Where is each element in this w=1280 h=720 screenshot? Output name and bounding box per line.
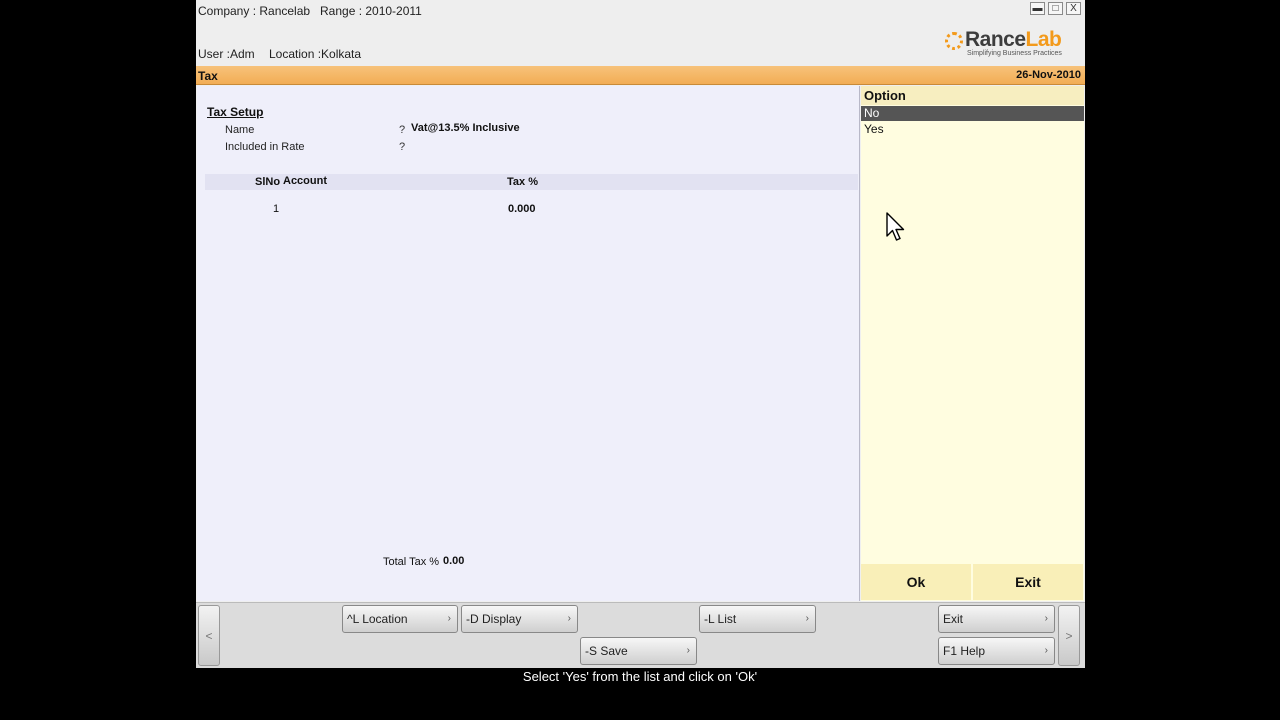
location-button[interactable]: ^L Location ›: [342, 605, 458, 633]
toolbar-next-button[interactable]: >: [1058, 605, 1080, 666]
chevron-right-icon: ›: [447, 613, 451, 624]
tax-setup-form: Tax Setup Name ? Vat@13.5% Inclusive Inc…: [197, 86, 860, 601]
close-button[interactable]: X: [1066, 2, 1081, 15]
location-button-label: ^L Location: [347, 612, 408, 626]
name-label: Name: [225, 124, 255, 136]
logo-name-part2: Lab: [1025, 28, 1062, 51]
option-panel: Option No Yes Ok Exit: [861, 86, 1084, 601]
logo-tagline: Simplifying Business Practices: [967, 50, 1062, 57]
rancelab-logo: RanceLab Simplifying Business Practices: [941, 28, 1081, 62]
instruction-caption: Select 'Yes' from the list and click on …: [522, 669, 758, 684]
total-tax-label: Total Tax %: [383, 556, 440, 568]
chevron-right-icon: ›: [1044, 645, 1048, 656]
list-button[interactable]: -L List ›: [699, 605, 816, 633]
toolbar-prev-button[interactable]: <: [198, 605, 220, 666]
company-label: Company : Rancelab: [198, 4, 311, 18]
screen-title: Tax: [198, 69, 218, 83]
bottom-toolbar: < ^L Location › -D Display › -L List › Exit…: [196, 602, 1085, 668]
col-slno: SlNo: [255, 176, 281, 188]
name-field[interactable]: Vat@13.5% Inclusive: [411, 122, 520, 134]
grid-header: SlNo Account Tax %: [205, 174, 858, 190]
save-button-label: -S Save: [585, 644, 628, 658]
option-no[interactable]: No: [861, 106, 1084, 121]
row-tax: 0.000: [508, 203, 536, 215]
list-button-label: -L List: [704, 612, 737, 626]
chevron-right-icon: ›: [686, 645, 690, 656]
help-button-label: F1 Help: [943, 644, 986, 658]
user-label: User :Adm: [198, 47, 255, 61]
option-yes[interactable]: Yes: [861, 122, 1084, 137]
col-account: Account: [283, 175, 327, 187]
location-label: Location :Kolkata: [269, 47, 362, 61]
option-header: Option: [861, 86, 1084, 105]
ok-button[interactable]: Ok: [861, 564, 971, 600]
option-exit-button[interactable]: Exit: [973, 564, 1083, 600]
display-button[interactable]: -D Display ›: [461, 605, 578, 633]
sun-icon: [945, 32, 963, 50]
display-button-label: -D Display: [466, 612, 522, 626]
current-date: 26-Nov-2010: [1016, 69, 1081, 81]
mouse-pointer-icon: [886, 212, 905, 241]
exit-button[interactable]: Exit ›: [938, 605, 1055, 633]
name-marker: ?: [399, 124, 406, 136]
section-title: Tax Setup: [207, 105, 264, 119]
chevron-right-icon: ›: [805, 613, 809, 624]
chevron-right-icon: ›: [567, 613, 571, 624]
included-in-rate-field[interactable]: ?: [399, 141, 405, 153]
help-button[interactable]: F1 Help ›: [938, 637, 1055, 665]
total-tax-value: 0.00: [443, 555, 465, 567]
maximize-button[interactable]: □: [1048, 2, 1063, 15]
included-in-rate-label: Included in Rate: [225, 141, 305, 153]
screen-titlebar: Tax 26-Nov-2010: [196, 66, 1085, 85]
col-tax: Tax %: [507, 176, 538, 188]
save-button[interactable]: -S Save ›: [580, 637, 697, 665]
logo-name-part1: Rance: [965, 28, 1026, 51]
app-header: Company : Rancelab Range : 2010-2011 Use…: [196, 0, 1085, 66]
range-label: Range : 2010-2011: [320, 4, 422, 18]
exit-button-label: Exit: [943, 612, 964, 626]
minimize-button[interactable]: ▬: [1030, 2, 1045, 15]
chevron-right-icon: ›: [1044, 613, 1048, 624]
window-controls: ▬ □ X: [1030, 2, 1081, 15]
row-slno: 1: [273, 203, 280, 215]
tax-window: Company : Rancelab Range : 2010-2011 Use…: [196, 0, 1085, 668]
logo-name: RanceLab: [965, 28, 1062, 52]
